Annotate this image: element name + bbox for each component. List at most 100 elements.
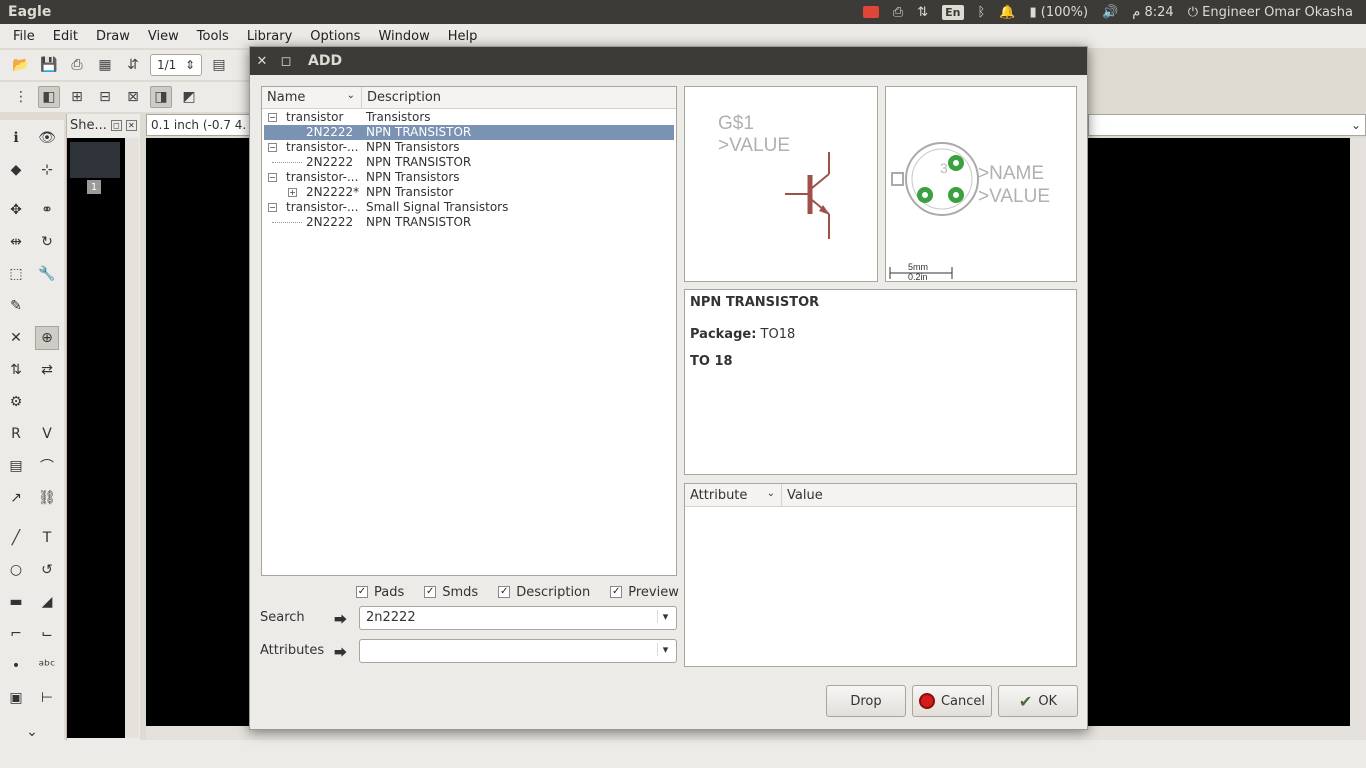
layout-left-icon[interactable]: ◧ <box>38 86 60 108</box>
value-icon[interactable]: V <box>35 422 59 446</box>
tree-row-device[interactable]: + 2N2222* NPN Transistor <box>262 185 676 200</box>
move-icon[interactable]: ✥ <box>4 198 28 222</box>
library-tree[interactable]: Name ⌄ Description − transistor Transisto… <box>261 86 677 576</box>
clock[interactable]: م 8:24 <box>1125 0 1180 24</box>
tree-row-library[interactable]: − transistor Transistors <box>262 110 676 125</box>
sheet-icon[interactable]: ⇵ <box>122 54 144 76</box>
panel-right-icon[interactable]: ◩ <box>178 86 200 108</box>
sheet-select[interactable]: 1/1 ⇕ <box>150 54 202 76</box>
mirror-icon[interactable]: ⇹ <box>4 230 28 254</box>
preview-checkbox[interactable]: ✓ Preview <box>610 585 679 600</box>
bus-icon[interactable]: ⌐ <box>4 622 28 646</box>
mark-icon[interactable]: ⊹ <box>35 158 59 182</box>
sheet-scrollbar[interactable] <box>125 138 139 738</box>
change-icon[interactable]: 🔧 <box>35 262 59 286</box>
name-icon[interactable]: R <box>4 422 28 446</box>
menu-tools[interactable]: Tools <box>188 29 238 44</box>
float-icon[interactable]: ◻ <box>110 119 122 131</box>
chevron-down-icon[interactable]: ⌄ <box>1351 118 1361 132</box>
invoke-icon[interactable]: ⚙ <box>4 390 28 414</box>
record-icon[interactable] <box>856 0 886 24</box>
search-go-icon[interactable]: ⮕ <box>334 609 347 628</box>
menu-window[interactable]: Window <box>369 29 438 44</box>
value-column-header[interactable]: Value <box>782 484 828 506</box>
menu-view[interactable]: View <box>139 29 188 44</box>
battery-indicator[interactable]: ▮ (100%) <box>1023 0 1096 24</box>
close-icon[interactable]: ✕ <box>125 119 137 131</box>
wire-icon[interactable]: ╱ <box>4 526 28 550</box>
cancel-button[interactable]: Cancel <box>912 685 992 717</box>
info-icon[interactable]: ℹ <box>4 126 28 150</box>
group-icon[interactable]: ⬚ <box>4 262 28 286</box>
ripup-icon[interactable]: ⛓ <box>35 486 59 510</box>
pinswap-icon[interactable]: ⇅ <box>4 358 28 382</box>
menu-edit[interactable]: Edit <box>44 29 87 44</box>
tree-row-library[interactable]: − transistor-... NPN Transistors <box>262 140 676 155</box>
paste-icon[interactable]: ✎ <box>4 294 28 318</box>
canvas-vertical-scrollbar[interactable] <box>1350 138 1366 726</box>
close-icon[interactable]: ✕ <box>250 54 274 69</box>
collapse-icon[interactable]: − <box>268 173 277 182</box>
panel-left-icon[interactable]: ◨ <box>150 86 172 108</box>
drop-button[interactable]: Drop <box>826 685 906 717</box>
replace-icon[interactable]: ⇄ <box>35 358 59 382</box>
rotate-icon[interactable]: ↻ <box>35 230 59 254</box>
split-icon[interactable]: ↗ <box>4 486 28 510</box>
rect-icon[interactable]: ▬ <box>4 590 28 614</box>
display-layers-icon[interactable]: ◆ <box>4 158 28 182</box>
arc-icon[interactable]: ↺ <box>35 558 59 582</box>
tree-row-device-selected[interactable]: 2N2222 NPN TRANSISTOR <box>264 125 674 140</box>
attribute-icon[interactable]: ▣ <box>4 686 28 710</box>
tree-row-library[interactable]: − transistor-... Small Signal Transistor… <box>262 200 676 215</box>
smash-icon[interactable]: ▤ <box>4 454 28 478</box>
collapse-icon[interactable]: − <box>268 203 277 212</box>
dimension-icon[interactable]: ⊢ <box>35 686 59 710</box>
menu-options[interactable]: Options <box>301 29 369 44</box>
menu-help[interactable]: Help <box>439 29 487 44</box>
layout-center-icon[interactable]: ⊞ <box>66 86 88 108</box>
maximize-icon[interactable]: ◻ <box>274 54 298 69</box>
print-icon[interactable]: ⎙ <box>66 54 88 76</box>
chevron-down-icon[interactable]: ▾ <box>657 643 673 656</box>
keyboard-indicator[interactable]: En <box>935 0 970 24</box>
printer-icon[interactable]: ⎙ <box>886 0 910 24</box>
copy-icon[interactable]: ⚭ <box>35 198 59 222</box>
menu-file[interactable]: File <box>4 29 44 44</box>
search-input[interactable]: 2n2222 ▾ <box>359 606 677 630</box>
drawing-canvas-right[interactable] <box>1088 138 1350 726</box>
description-checkbox[interactable]: ✓ Description <box>498 585 590 600</box>
collapse-icon[interactable]: − <box>268 143 277 152</box>
circle-icon[interactable]: ○ <box>4 558 28 582</box>
layout-right-icon[interactable]: ⊟ <box>94 86 116 108</box>
notification-bell-icon[interactable]: 🔔 <box>992 0 1022 24</box>
sheet-thumbnail[interactable] <box>70 142 120 178</box>
menu-draw[interactable]: Draw <box>87 29 139 44</box>
polygon-icon[interactable]: ◢ <box>35 590 59 614</box>
pads-checkbox[interactable]: ✓ Pads <box>356 585 404 600</box>
miter-icon[interactable]: ⌒ <box>35 454 59 478</box>
add-icon[interactable]: ⊕ <box>35 326 59 350</box>
command-line[interactable]: ⌄ <box>1088 114 1366 136</box>
attribute-table[interactable]: Attribute ⌄ Value <box>684 483 1077 667</box>
ok-button[interactable]: ✔ OK <box>998 685 1078 717</box>
junction-icon[interactable]: • <box>4 654 28 678</box>
save-icon[interactable]: 💾 <box>38 54 60 76</box>
attribute-column-header[interactable]: Attribute ⌄ <box>685 484 782 506</box>
library-icon[interactable]: ▤ <box>208 54 230 76</box>
layout-split-icon[interactable]: ⊠ <box>122 86 144 108</box>
tree-row-device[interactable]: 2N2222 NPN TRANSISTOR <box>262 215 676 230</box>
volume-icon[interactable]: 🔊 <box>1095 0 1125 24</box>
collapse-icon[interactable]: − <box>268 113 277 122</box>
tree-row-device[interactable]: 2N2222 NPN TRANSISTOR <box>262 155 676 170</box>
grid-icon[interactable]: ⋮ <box>10 86 32 108</box>
text-icon[interactable]: T <box>35 526 59 550</box>
delete-icon[interactable]: ✕ <box>4 326 28 350</box>
description-column-header[interactable]: Description <box>362 87 446 108</box>
attributes-input[interactable]: ▾ <box>359 639 677 663</box>
tree-row-library[interactable]: − transistor-... NPN Transistors <box>262 170 676 185</box>
show-icon[interactable]: 👁 <box>35 126 59 150</box>
chevron-down-icon[interactable]: ▾ <box>657 610 673 623</box>
attributes-go-icon[interactable]: ⮕ <box>334 642 347 661</box>
net-icon[interactable]: ⌙ <box>35 622 59 646</box>
label-icon[interactable]: ᵃᵇᶜ <box>35 654 59 678</box>
